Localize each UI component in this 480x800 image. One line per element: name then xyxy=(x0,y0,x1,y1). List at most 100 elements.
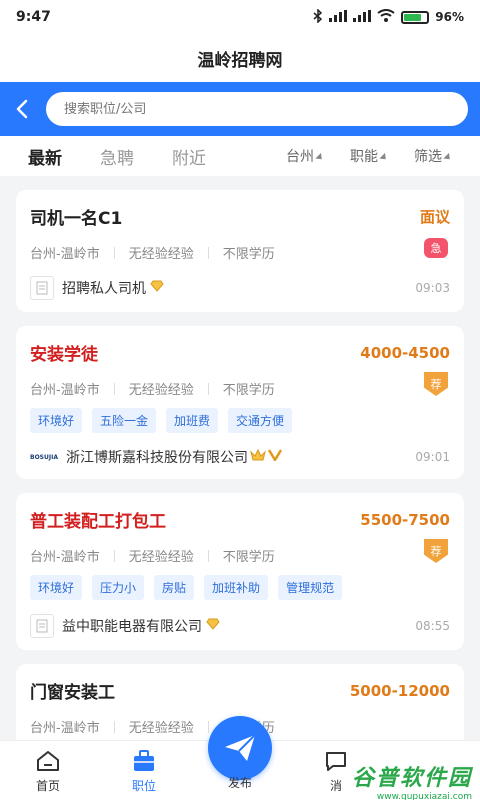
search-input[interactable] xyxy=(46,92,468,126)
job-location: 台州-温岭市 xyxy=(30,383,100,398)
watermark: 谷普软件园 www.gupuxiazai.com xyxy=(304,760,472,800)
job-experience: 无经验经验 xyxy=(128,383,194,398)
post-time: 08:55 xyxy=(415,619,450,633)
job-salary: 面议 xyxy=(419,208,450,226)
divider xyxy=(207,246,209,259)
job-location: 台州-温岭市 xyxy=(30,550,100,565)
company-name: 招聘私人司机 xyxy=(62,281,146,297)
job-education: 不限学历 xyxy=(222,550,275,565)
caret-icon xyxy=(379,152,389,162)
filter-city[interactable]: 台州 xyxy=(286,146,325,166)
watermark-url: www.gupuxiazai.com xyxy=(376,792,472,800)
diamond-icon xyxy=(150,280,164,296)
publish-button[interactable] xyxy=(208,716,272,780)
job-salary: 5500-7500 xyxy=(360,510,450,529)
welfare-tag: 五险一金 xyxy=(92,408,157,433)
back-button[interactable] xyxy=(6,89,38,129)
company-row: 招聘私人司机 09:03 xyxy=(30,276,450,300)
page-title: 温岭招聘网 xyxy=(197,50,283,71)
job-card[interactable]: 普工装配工打包工 5500-7500 台州-温岭市 无经验经验 不限学历 荐 环… xyxy=(16,493,464,650)
job-location: 台州-温岭市 xyxy=(30,247,100,262)
job-card[interactable]: 司机一名C1 面议 台州-温岭市 无经验经验 不限学历 急 招聘私人司机 09:… xyxy=(16,190,464,312)
job-experience: 无经验经验 xyxy=(128,550,194,565)
company-logo-icon xyxy=(30,276,54,300)
chevron-left-icon xyxy=(16,99,28,119)
tag-list: 环境好 压力小 房贴 加班补助 管理规范 xyxy=(30,575,450,600)
briefcase-icon xyxy=(131,747,157,775)
status-time: 9:47 xyxy=(16,9,51,25)
urgent-badge: 急 xyxy=(424,238,448,258)
divider xyxy=(207,382,209,395)
job-education: 不限学历 xyxy=(222,383,275,398)
filter-more-label: 筛选 xyxy=(414,149,442,165)
company-row: 益中职能电器有限公司 08:55 xyxy=(30,614,450,638)
welfare-tag: 房贴 xyxy=(154,575,195,600)
job-meta: 台州-温岭市 无经验经验 不限学历 xyxy=(30,546,450,565)
welfare-tag: 加班费 xyxy=(166,408,219,433)
verified-v-icon xyxy=(267,449,283,465)
divider xyxy=(207,549,209,562)
filter-city-label: 台州 xyxy=(286,149,314,165)
signal-icon xyxy=(329,9,348,25)
caret-icon xyxy=(315,152,325,162)
welfare-tag: 交通方便 xyxy=(228,408,293,433)
tab-urgent[interactable]: 急聘 xyxy=(100,144,134,169)
divider xyxy=(113,382,115,395)
tab-bar: 最新 急聘 附近 台州 职能 筛选 xyxy=(0,136,480,176)
divider xyxy=(113,246,115,259)
welfare-tag: 环境好 xyxy=(30,408,83,433)
job-meta: 台州-温岭市 无经验经验 不限学历 xyxy=(30,243,450,262)
tag-list: 环境好 五险一金 加班费 交通方便 xyxy=(30,408,450,433)
diamond-icon xyxy=(206,618,220,634)
job-education: 不限学历 xyxy=(222,247,275,262)
nav-home[interactable]: 首页 xyxy=(13,747,83,794)
job-title: 司机一名C1 xyxy=(30,209,123,229)
job-meta: 台州-温岭市 无经验经验 不限学历 xyxy=(30,379,450,398)
job-salary: 5000-12000 xyxy=(349,681,450,700)
filter-more[interactable]: 筛选 xyxy=(414,146,453,166)
nav-jobs-label: 职位 xyxy=(131,779,156,793)
battery-icon xyxy=(401,10,430,24)
nav-home-label: 首页 xyxy=(35,779,60,793)
company-name: 浙江博斯嘉科技股份有限公司 xyxy=(66,450,248,466)
job-title: 门窗安装工 xyxy=(30,683,115,703)
job-card[interactable]: 安装学徒 4000-4500 台州-温岭市 无经验经验 不限学历 荐 环境好 五… xyxy=(16,326,464,479)
crown-icon xyxy=(250,448,266,465)
nav-publish-label: 发布 xyxy=(227,776,252,790)
company-logo: BOSUJIA xyxy=(30,453,58,461)
battery-percent: 96% xyxy=(435,10,464,24)
job-title: 普工装配工打包工 xyxy=(30,512,166,532)
welfare-tag: 环境好 xyxy=(30,575,83,600)
company-logo-icon xyxy=(30,614,54,638)
job-salary: 4000-4500 xyxy=(360,343,450,362)
divider xyxy=(113,720,115,733)
tab-nearby[interactable]: 附近 xyxy=(172,144,206,169)
caret-icon xyxy=(443,152,453,162)
watermark-title: 谷普软件园 xyxy=(351,766,472,791)
job-list: 司机一名C1 面议 台州-温岭市 无经验经验 不限学历 急 招聘私人司机 09:… xyxy=(16,190,464,768)
signal-icon-2 xyxy=(353,9,372,25)
welfare-tag: 压力小 xyxy=(92,575,145,600)
tab-latest[interactable]: 最新 xyxy=(28,144,62,169)
wifi-icon xyxy=(377,9,395,25)
job-title: 安装学徒 xyxy=(30,345,98,365)
post-time: 09:01 xyxy=(415,450,450,464)
filter-group: 台州 职能 筛选 xyxy=(286,146,453,166)
job-experience: 无经验经验 xyxy=(128,721,194,736)
nav-jobs[interactable]: 职位 xyxy=(109,747,179,794)
divider xyxy=(207,720,209,733)
filter-function[interactable]: 职能 xyxy=(350,146,389,166)
post-time: 09:03 xyxy=(415,281,450,295)
company-row: BOSUJIA 浙江博斯嘉科技股份有限公司 09:01 xyxy=(30,447,450,467)
company-name: 益中职能电器有限公司 xyxy=(62,619,202,635)
job-location: 台州-温岭市 xyxy=(30,721,100,736)
filter-function-label: 职能 xyxy=(350,149,378,165)
job-experience: 无经验经验 xyxy=(128,247,194,262)
welfare-tag: 加班补助 xyxy=(204,575,269,600)
status-bar: 9:47 96% xyxy=(0,0,480,34)
divider xyxy=(113,549,115,562)
status-icons: 96% xyxy=(313,7,464,26)
welfare-tag: 管理规范 xyxy=(278,575,343,600)
bluetooth-icon xyxy=(313,7,323,26)
app-title-bar: 温岭招聘网 xyxy=(0,34,480,82)
